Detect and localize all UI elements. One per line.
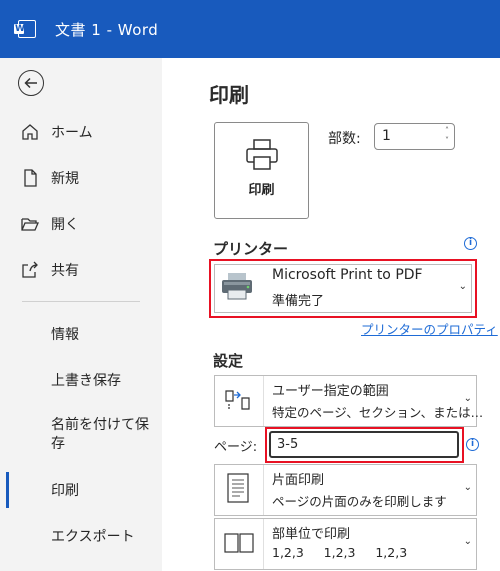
back-button[interactable] <box>18 70 44 96</box>
back-arrow-icon <box>24 77 37 89</box>
sidebar-item-save[interactable]: 上書き保存 <box>0 362 162 398</box>
collation-subtitle: 1,2,3 1,2,3 1,2,3 <box>272 545 408 560</box>
printer-device-icon <box>222 273 252 300</box>
print-panel: 印刷 印刷 部数: 1 ˄ ˅ プリンター i Microsoft Print t… <box>162 58 500 571</box>
print-sides-dropdown[interactable]: 片面印刷 ページの片面のみを印刷します ⌄ <box>214 464 477 516</box>
copies-stepper[interactable]: 1 ˄ ˅ <box>374 123 455 150</box>
window-title: 文書 1 - Word <box>55 21 159 39</box>
sidebar-item-label: 上書き保存 <box>51 373 121 389</box>
pages-highlight <box>265 427 464 463</box>
folder-open-icon <box>21 218 39 231</box>
sidebar-item-label: ホーム <box>51 125 93 141</box>
print-button[interactable]: 印刷 <box>214 122 309 219</box>
one-sided-icon <box>227 473 249 503</box>
copies-value: 1 <box>382 128 391 144</box>
info-icon[interactable]: i <box>464 237 477 250</box>
chevron-down-icon: ⌄ <box>463 482 472 493</box>
sidebar-item-home[interactable]: ホーム <box>0 114 162 150</box>
title-bar: W 文書 1 - Word <box>0 0 500 58</box>
sidebar-item-label: エクスポート <box>51 529 135 545</box>
sidebar-item-label: 開く <box>51 217 79 233</box>
sidebar-item-new[interactable]: 新規 <box>0 160 162 196</box>
chevron-down-icon: ⌄ <box>463 536 472 547</box>
collation-title: 部単位で印刷 <box>272 527 351 542</box>
copies-label: 部数: <box>328 131 361 147</box>
sidebar-item-label: 名前を付けて保 存 <box>51 417 149 452</box>
chevron-down-icon: ⌄ <box>458 281 467 292</box>
sidebar-item-label: 情報 <box>51 327 79 343</box>
printer-dropdown[interactable]: Microsoft Print to PDF 準備完了 ⌄ <box>209 259 477 318</box>
settings-section-title: 設定 <box>213 352 244 370</box>
sidebar-item-save-as[interactable]: 名前を付けて保 存 <box>0 410 162 460</box>
home-icon <box>22 124 38 140</box>
sidebar-item-export[interactable]: エクスポート <box>0 518 162 554</box>
printer-icon <box>246 139 278 170</box>
range-title: ユーザー指定の範囲 <box>272 384 389 399</box>
printer-properties-link[interactable]: プリンターのプロパティ <box>361 319 498 338</box>
sides-title: 片面印刷 <box>272 473 325 488</box>
word-app-icon: W <box>14 20 36 38</box>
collation-dropdown[interactable]: 部単位で印刷 1,2,3 1,2,3 1,2,3 ⌄ <box>214 518 477 570</box>
custom-range-icon <box>225 390 250 410</box>
sidebar-item-label: 新規 <box>51 171 79 187</box>
sidebar-divider <box>22 301 140 302</box>
printer-status: 準備完了 <box>272 294 325 309</box>
print-button-label: 印刷 <box>248 183 275 198</box>
sidebar-item-label: 印刷 <box>51 483 79 499</box>
collated-icon <box>224 533 254 553</box>
range-subtitle: 特定のページ、セクション、または… <box>272 405 484 420</box>
printer-section-title: プリンター <box>213 240 289 258</box>
page-title: 印刷 <box>209 83 249 107</box>
sidebar-item-print[interactable]: 印刷 <box>0 472 162 508</box>
print-range-dropdown[interactable]: ユーザー指定の範囲 特定のページ、セクション、または… ⌄ <box>214 375 483 427</box>
info-icon[interactable]: i <box>466 438 479 451</box>
sidebar-item-info[interactable]: 情報 <box>0 316 162 352</box>
stepper-arrows-icon[interactable]: ˄ ˅ <box>445 126 449 146</box>
sidebar-item-open[interactable]: 開く <box>0 206 162 242</box>
sides-subtitle: ページの片面のみを印刷します <box>272 494 447 509</box>
backstage-sidebar: ホーム 新規 開く 共有 情報 上書き保存 名前を付けて保 存 印刷 エクスポー… <box>0 58 162 571</box>
sidebar-item-label: 共有 <box>51 263 79 279</box>
new-document-icon <box>24 169 37 187</box>
share-icon <box>22 261 38 278</box>
printer-name: Microsoft Print to PDF <box>272 267 423 283</box>
pages-label: ページ: <box>214 440 258 455</box>
pages-input[interactable] <box>269 431 459 458</box>
chevron-down-icon: ⌄ <box>463 393 472 404</box>
sidebar-item-share[interactable]: 共有 <box>0 252 162 288</box>
